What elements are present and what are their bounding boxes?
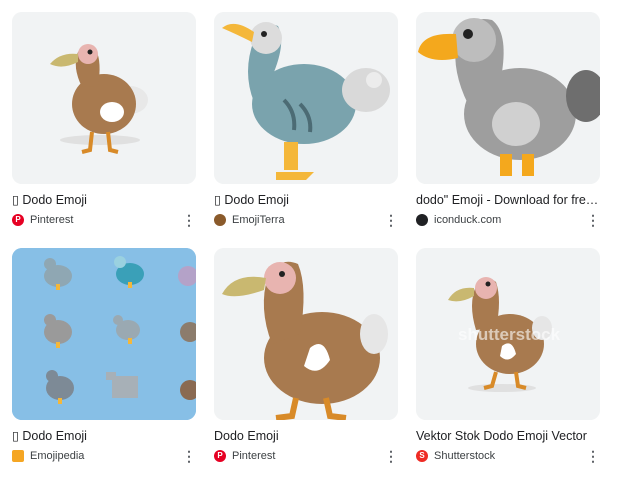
more-options-icon[interactable]: ⋮ <box>384 211 398 229</box>
pinterest-icon: P <box>214 450 226 462</box>
result-title[interactable]: ▯ Dodo Emoji <box>214 191 398 209</box>
source-name: Pinterest <box>232 450 276 462</box>
iconduck-icon <box>416 214 428 226</box>
shutterstock-watermark: shutterstock <box>458 325 561 344</box>
result-source[interactable]: S Shutterstock ⋮ <box>416 447 600 465</box>
more-options-icon[interactable]: ⋮ <box>384 447 398 465</box>
source-name: Emojipedia <box>30 450 85 462</box>
source-name: Shutterstock <box>434 450 496 462</box>
shutterstock-icon: S <box>416 450 428 462</box>
dodo-shutterstock-image: shutterstock <box>416 248 600 420</box>
dodo-apple-image <box>12 12 196 184</box>
result-thumbnail[interactable]: shutterstock <box>416 248 600 420</box>
result-source[interactable]: iconduck.com ⋮ <box>416 211 600 229</box>
result-thumbnail[interactable] <box>214 248 398 420</box>
emojiterra-icon <box>214 214 226 226</box>
more-options-icon[interactable]: ⋮ <box>586 211 600 229</box>
result-title[interactable]: ▯ Dodo Emoji <box>12 427 196 445</box>
dodo-emoji-collection-image <box>12 248 196 420</box>
source-name: Pinterest <box>30 214 74 226</box>
more-options-icon[interactable]: ⋮ <box>182 447 196 465</box>
result-thumbnail[interactable] <box>12 12 196 184</box>
result-title[interactable]: ▯ Dodo Emoji <box>12 191 196 209</box>
more-options-icon[interactable]: ⋮ <box>586 447 600 465</box>
more-options-icon[interactable]: ⋮ <box>182 211 196 229</box>
pinterest-icon: P <box>12 214 24 226</box>
result-thumbnail[interactable] <box>416 12 600 184</box>
source-name: iconduck.com <box>434 214 502 226</box>
result-source[interactable]: Emojipedia ⋮ <box>12 447 196 465</box>
result-title[interactable]: dodo" Emoji - Download for free – Icondu… <box>416 191 600 209</box>
dodo-apple-large-image <box>214 248 398 420</box>
result-title[interactable]: Dodo Emoji <box>214 427 398 445</box>
source-name: EmojiTerra <box>232 214 285 226</box>
result-thumbnail[interactable] <box>214 12 398 184</box>
result-title[interactable]: Vektor Stok Dodo Emoji Vector <box>416 427 600 445</box>
image-results-grid: ▯ Dodo Emoji P Pinterest ⋮ ▯ Dodo Emoji … <box>0 0 617 483</box>
result-source[interactable]: EmojiTerra ⋮ <box>214 211 398 229</box>
result-thumbnail[interactable] <box>12 248 196 420</box>
result-source[interactable]: P Pinterest ⋮ <box>12 211 196 229</box>
result-source[interactable]: P Pinterest ⋮ <box>214 447 398 465</box>
emojipedia-icon <box>12 450 24 462</box>
dodo-google-image <box>214 12 398 184</box>
dodo-flat-image <box>416 12 600 184</box>
